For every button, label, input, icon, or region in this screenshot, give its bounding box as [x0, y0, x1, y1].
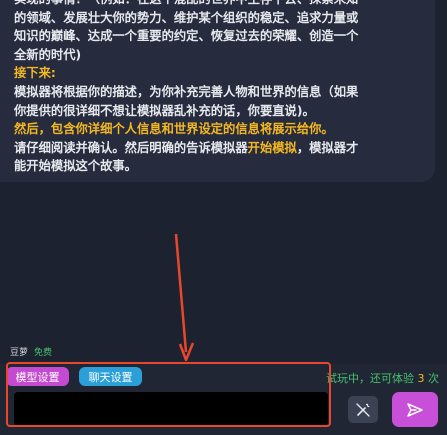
trial-text: 试玩中，还可体验	[326, 372, 414, 385]
start-sim-keyword: 开始模拟	[247, 140, 297, 155]
message-line: 全新的时代)	[14, 47, 82, 62]
wand-slash-icon	[356, 402, 370, 417]
message-line: 模拟器将根据你的描述，为你补充完善人物和世界的信息（如果	[14, 84, 359, 99]
message-line: 你提供的很详细不想让模拟器乱补充的话，你要直说)。	[14, 103, 315, 118]
model-tag: 豆萝 免费	[10, 345, 52, 358]
send-icon	[407, 402, 423, 417]
trial-unit: 次	[424, 372, 439, 385]
message-line: 的领域、发展壮大你的势力、维护某个组织的稳定、追求力量或	[14, 10, 359, 25]
message-text: 请仔细阅读并确认。然后明确的告诉模拟器	[14, 140, 248, 155]
trial-count: 3	[417, 372, 425, 385]
then-line: 然后，包含你详细个人信息和世界设定的信息将展示给你。	[14, 122, 334, 137]
trial-status: 试玩中，还可体验 3 次	[326, 370, 439, 386]
free-badge: 免费	[34, 348, 53, 358]
tool-button[interactable]	[348, 396, 378, 423]
message-card: 实现的事情？（例如：在这个混乱的世界中生存下去、探索未知 的领域、发展壮大你的势…	[0, 0, 435, 182]
message-line: 请仔细阅读并确认。然后明确的告诉模拟器开始模拟，模拟器才	[14, 139, 423, 158]
message-text: ，模拟器才	[296, 140, 359, 155]
model-name: 豆萝	[10, 348, 29, 358]
message-line: 知识的巅峰、达成一个重要的约定、恢复过去的荣耀、创造一个	[14, 29, 359, 44]
message-line: 能开始模拟这个故事。	[14, 159, 137, 174]
annotation-highlight-box	[6, 362, 331, 427]
send-button[interactable]	[392, 392, 438, 427]
message-line: 实现的事情？（例如：在这个混乱的世界中生存下去、探索未知	[14, 0, 423, 9]
next-heading: 接下来:	[14, 66, 56, 81]
